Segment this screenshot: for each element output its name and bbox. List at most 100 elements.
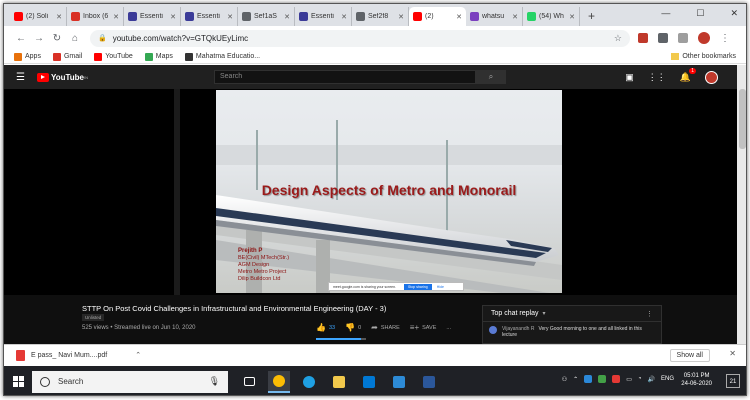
- taskbar-clock[interactable]: 05:01 PM 24-06-2020: [681, 372, 712, 388]
- hide-share-bar-button[interactable]: Hide: [437, 285, 444, 289]
- browser-tab[interactable]: Essenti ✕: [295, 7, 352, 26]
- save-button[interactable]: ≡+ SAVE: [410, 323, 437, 332]
- battery-icon[interactable]: ▭: [626, 376, 632, 383]
- browser-tab[interactable]: (2) ✕: [409, 7, 466, 26]
- close-tab-icon[interactable]: ✕: [398, 13, 404, 21]
- close-tab-icon[interactable]: ✕: [341, 13, 347, 21]
- dislike-button[interactable]: 👎 0: [345, 323, 361, 332]
- url-text: youtube.com/watch?v=GTQkUEyLimc: [112, 33, 249, 43]
- antivirus-icon[interactable]: [612, 375, 621, 383]
- bookmark-item[interactable]: Mahatma Educatio...: [184, 52, 260, 61]
- volume-icon[interactable]: 🔊: [648, 376, 655, 383]
- home-button[interactable]: ⌂: [66, 33, 84, 44]
- browser-tab[interactable]: Essenti ✕: [124, 7, 181, 26]
- bookmark-item[interactable]: YouTube: [94, 52, 133, 61]
- language-indicator[interactable]: ENG: [661, 376, 674, 382]
- new-tab-button[interactable]: +: [588, 9, 595, 23]
- browser-tab[interactable]: whatsu ✕: [466, 7, 523, 26]
- youtube-play-icon: [36, 72, 49, 82]
- close-tab-icon[interactable]: ✕: [569, 13, 575, 21]
- chevron-up-icon[interactable]: ⌃: [135, 351, 141, 359]
- taskbar-app-task-view[interactable]: [238, 371, 260, 393]
- youtube-search-input[interactable]: Search: [214, 70, 476, 84]
- taskbar-app-word[interactable]: [418, 371, 440, 393]
- stop-sharing-button[interactable]: Stop sharing: [404, 283, 432, 290]
- bookmark-item[interactable]: Apps: [14, 52, 41, 61]
- taskbar-app-store[interactable]: [358, 371, 380, 393]
- taskbar-app-chrome[interactable]: [268, 370, 290, 393]
- scrollbar-thumb[interactable]: [739, 89, 746, 149]
- chat-more-icon[interactable]: ⋮: [646, 310, 653, 318]
- youtube-search-button[interactable]: ⌕: [476, 70, 506, 84]
- youtube-logo[interactable]: YouTube IN: [36, 72, 88, 82]
- browser-tab[interactable]: Inbox (6 ✕: [67, 7, 124, 26]
- star-icon[interactable]: ☆: [614, 33, 622, 44]
- close-tab-icon[interactable]: ✕: [113, 13, 119, 21]
- browser-tab[interactable]: (2) Soli ✕: [10, 7, 67, 26]
- taskbar-app-file-explorer[interactable]: [328, 371, 350, 393]
- bookmark-item[interactable]: Gmail: [52, 52, 82, 61]
- close-download-bar-button[interactable]: ✕: [729, 349, 736, 358]
- start-button[interactable]: [4, 366, 32, 395]
- reading-list-icon[interactable]: [678, 33, 688, 43]
- taskbar-search-input[interactable]: Search 🎙: [32, 370, 228, 393]
- tab-favicon-icon: [527, 12, 536, 21]
- close-tab-icon[interactable]: ✕: [284, 13, 290, 21]
- share-button[interactable]: ➦ SHARE: [371, 323, 400, 332]
- url-bar[interactable]: 🔒 youtube.com/watch?v=GTQkUEyLimc ☆: [90, 29, 630, 47]
- taskbar-app-photos[interactable]: [388, 371, 410, 393]
- unlisted-badge: Unlisted: [82, 314, 105, 321]
- security-icon[interactable]: [598, 375, 607, 383]
- close-tab-icon[interactable]: ✕: [456, 13, 462, 21]
- youtube-account-avatar[interactable]: [705, 71, 718, 84]
- extensions-puzzle-icon[interactable]: [658, 33, 668, 43]
- close-tab-icon[interactable]: ✕: [56, 13, 62, 21]
- like-button[interactable]: 👍 33: [316, 323, 335, 332]
- create-video-icon[interactable]: ▣: [625, 72, 634, 83]
- video-title: STTP On Post Covid Challenges in Infrast…: [82, 304, 387, 313]
- minimize-button[interactable]: —: [661, 8, 670, 19]
- close-tab-icon[interactable]: ✕: [170, 13, 176, 21]
- more-actions-button[interactable]: ...: [446, 325, 451, 331]
- close-window-button[interactable]: ✕: [730, 8, 738, 19]
- person-icon[interactable]: ⚇: [562, 376, 567, 383]
- close-tab-icon[interactable]: ✕: [512, 13, 518, 21]
- presenter-line: Metro Metro Project: [238, 269, 287, 275]
- save-label: SAVE: [422, 324, 437, 331]
- chat-header[interactable]: Top chat replay ▾ ⋮: [483, 306, 661, 322]
- cortana-icon: [40, 376, 50, 387]
- browser-tab[interactable]: Sef2f8 ✕: [352, 7, 409, 26]
- youtube-page: ☰ YouTube IN Search ⌕ ▣ ⋮⋮ 🔔 1 Design As…: [4, 65, 746, 344]
- tab-favicon-icon: [185, 12, 194, 21]
- back-button[interactable]: ←: [12, 33, 30, 44]
- other-bookmarks[interactable]: Other bookmarks: [671, 53, 736, 60]
- browser-tab[interactable]: Sef1aS ✕: [238, 7, 295, 26]
- window-controls: — ☐ ✕: [661, 8, 738, 19]
- taskbar-app-edge[interactable]: [298, 371, 320, 393]
- chrome-icon: [273, 374, 285, 387]
- network-icon[interactable]: ◔: [638, 376, 642, 382]
- page-scrollbar[interactable]: [737, 65, 746, 344]
- hamburger-menu-icon[interactable]: ☰: [16, 72, 25, 83]
- video-player[interactable]: Design Aspects of Metro and Monorail Pre…: [4, 89, 737, 295]
- extension-shield-icon[interactable]: [638, 33, 648, 43]
- show-all-downloads-button[interactable]: Show all: [669, 349, 710, 362]
- bookmark-item[interactable]: Maps: [144, 52, 173, 61]
- photos-icon: [393, 375, 405, 388]
- close-tab-icon[interactable]: ✕: [227, 13, 233, 21]
- maximize-button[interactable]: ☐: [696, 8, 704, 19]
- profile-avatar[interactable]: [698, 32, 710, 44]
- notifications-bell-icon[interactable]: 🔔 1: [680, 68, 696, 83]
- bluetooth-icon[interactable]: [584, 375, 593, 383]
- browser-tab[interactable]: (54) Wh ✕: [523, 7, 580, 26]
- action-center-button[interactable]: 21: [726, 374, 740, 388]
- reload-button[interactable]: ↻: [48, 33, 66, 44]
- apps-grid-icon[interactable]: ⋮⋮: [648, 72, 666, 83]
- browser-tab[interactable]: Essenti ✕: [181, 7, 238, 26]
- forward-button[interactable]: →: [30, 33, 48, 44]
- menu-kebab-icon[interactable]: ⋮: [720, 33, 730, 44]
- download-item[interactable]: E pass_ Navi Mum....pdf ⌃: [16, 349, 141, 361]
- tab-title: (2): [425, 13, 434, 20]
- chevron-up-tray-icon[interactable]: ⌃: [573, 376, 578, 383]
- microphone-icon[interactable]: 🎙: [209, 376, 220, 387]
